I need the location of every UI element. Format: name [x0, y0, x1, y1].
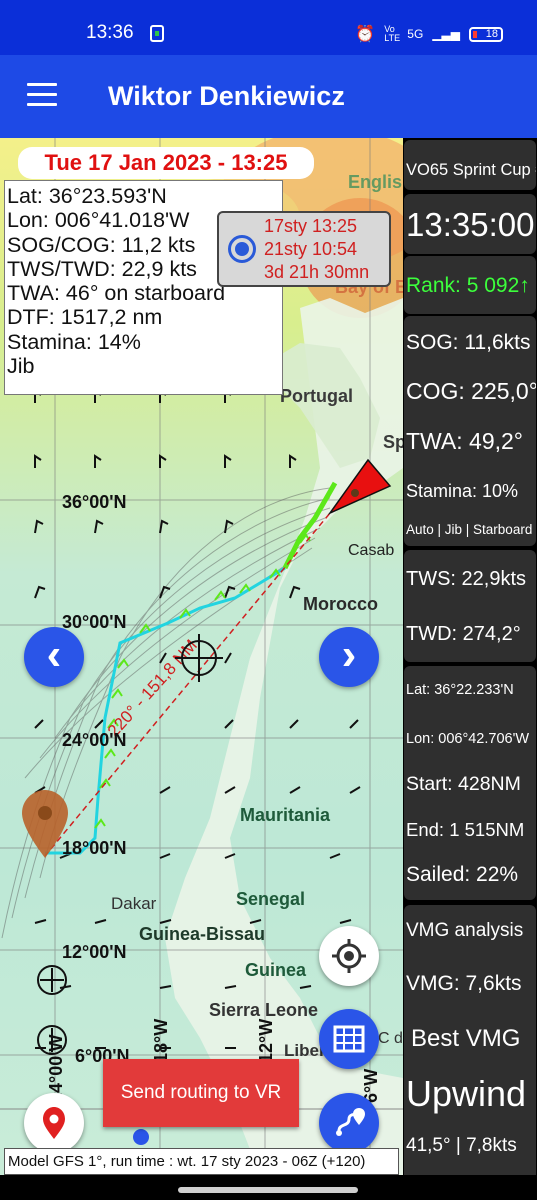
label-guinea: Guinea — [245, 960, 307, 980]
label-spain: Sp — [383, 432, 403, 452]
sog-value: SOG: 11,6kts — [406, 331, 531, 354]
route-pin-icon — [336, 1108, 365, 1136]
label-english: English — [348, 172, 403, 192]
label-casablanca: Casab — [348, 542, 394, 559]
sailed-percent: Sailed: 22% — [406, 863, 519, 886]
volte-icon: Vo LTE — [384, 24, 401, 43]
race-clock: 13:35:00 — [406, 206, 535, 243]
label-sierra-leone: Sierra Leone — [209, 1000, 318, 1020]
rank-value: Rank: 5 092↑ — [406, 274, 530, 297]
system-nav-bar — [0, 1175, 537, 1200]
info-lat: Lat: 36°23.593'N — [7, 184, 167, 208]
route-planner-button[interactable] — [319, 1093, 379, 1153]
locate-button[interactable] — [319, 926, 379, 986]
race-name: VO65 Sprint Cup #1 — [406, 161, 536, 179]
date-banner: Tue 17 Jan 2023 - 13:25 — [18, 147, 314, 179]
info-stamina: Stamina: 14% — [7, 329, 141, 354]
location-pin-icon — [43, 1107, 65, 1139]
table-view-button[interactable] — [319, 1009, 379, 1069]
time-duration: 3d 21h 30mn — [264, 262, 370, 282]
lat-label: 12°00'N — [62, 942, 127, 962]
current-lon: Lon: 006°42.706'W — [406, 731, 530, 747]
gps-target-icon — [332, 939, 366, 973]
rank-card[interactable]: Rank: 5 092↑ — [404, 256, 536, 314]
signal-icon: ▁▃▅ — [432, 27, 460, 41]
upwind-values: 41,5° | 7,8kts — [406, 1135, 517, 1156]
grid-table-icon — [333, 1025, 365, 1053]
place-marker-button[interactable] — [24, 1093, 84, 1153]
progress-card: Lat: 36°22.233'N Lon: 006°42.706'W Start… — [404, 666, 536, 900]
lat-label: 30°00'N — [62, 612, 127, 632]
tws-value: TWS: 22,9kts — [406, 568, 527, 590]
end-distance: End: 1 515NM — [406, 819, 525, 840]
next-step-button[interactable]: › — [319, 627, 379, 687]
notification-app-icon — [150, 25, 164, 42]
race-name-card[interactable]: VO65 Sprint Cup #1 — [404, 140, 536, 190]
label-dakar: Dakar — [111, 894, 157, 913]
time-picker[interactable]: 17sty 13:25 21sty 10:54 3d 21h 30mn — [217, 211, 391, 287]
status-bar: 13:36 ⏰ Vo LTE 5G ▁▃▅ 18 — [0, 0, 537, 55]
app-bar: Wiktor Denkiewicz — [0, 55, 537, 138]
time-eta: 21sty 10:54 — [264, 239, 358, 259]
wind-card: TWS: 22,9kts TWD: 274,2° — [404, 550, 536, 662]
info-dtf: DTF: 1517,2 nm — [7, 305, 163, 330]
network-5g-icon: 5G — [407, 27, 424, 41]
stats-panel: VO65 Sprint Cup #1 13:35:00 Rank: 5 092↑… — [403, 138, 537, 1200]
time-current: 17sty 13:25 — [264, 216, 358, 236]
twd-value: TWD: 274,2° — [406, 623, 521, 645]
status-time: 13:36 — [86, 22, 134, 43]
previous-step-button[interactable]: ‹ — [24, 627, 84, 687]
label-mauritania: Mauritania — [240, 805, 331, 825]
send-routing-button[interactable]: Send routing to VR — [103, 1059, 299, 1127]
lat-label: 24°00'N — [62, 730, 127, 750]
alarm-icon: ⏰ — [355, 26, 376, 43]
sail-mode: Auto | Jib | Starboard — [406, 522, 533, 537]
lat-label: 36°00'N — [62, 492, 127, 512]
home-gesture-bar[interactable] — [178, 1187, 358, 1193]
label-guinea-bissau: Guinea-Bissau — [139, 924, 265, 944]
label-civoire: C d'Iv — [378, 1030, 403, 1047]
best-vmg-label: Best VMG — [411, 1025, 521, 1052]
radio-selected-icon[interactable] — [228, 235, 256, 263]
lon-label: 12°W — [256, 1019, 276, 1063]
label-portugal: Portugal — [280, 386, 353, 406]
model-run-info: Model GFS 1°, run time : wt. 17 sty 2023… — [4, 1148, 399, 1175]
boat-stats-card: SOG: 11,6kts COG: 225,0° TWA: 49,2° Stam… — [404, 316, 536, 546]
battery-icon: 18 — [469, 26, 503, 42]
chevron-right-icon: › — [341, 630, 357, 679]
vmg-value: VMG: 7,6kts — [406, 972, 522, 995]
app-title: Wiktor Denkiewicz — [108, 81, 345, 111]
twa-value: TWA: 49,2° — [406, 428, 523, 454]
upwind-label: Upwind — [406, 1073, 527, 1114]
cog-value: COG: 225,0° — [406, 378, 536, 404]
status-icons: ⏰ Vo LTE 5G ▁▃▅ 18 — [355, 24, 503, 44]
vmg-card[interactable]: VMG analysis VMG: 7,6kts Best VMG Upwind… — [404, 905, 536, 1200]
clock-card: 13:35:00 — [404, 194, 536, 254]
lat-label: 18°00'N — [62, 838, 127, 858]
chevron-left-icon: ‹ — [46, 630, 62, 679]
time-slider-thumb[interactable] — [133, 1129, 149, 1145]
lon-label: 18°W — [151, 1019, 171, 1063]
vmg-title: VMG analysis — [406, 920, 524, 941]
info-sail: Jib — [7, 354, 35, 379]
label-senegal: Senegal — [236, 889, 305, 909]
stamina-value: Stamina: 10% — [406, 481, 519, 501]
current-lat: Lat: 36°22.233'N — [406, 682, 514, 698]
label-morocco: Morocco — [303, 594, 378, 614]
start-distance: Start: 428NM — [406, 773, 521, 795]
hamburger-menu-icon[interactable] — [27, 83, 57, 107]
